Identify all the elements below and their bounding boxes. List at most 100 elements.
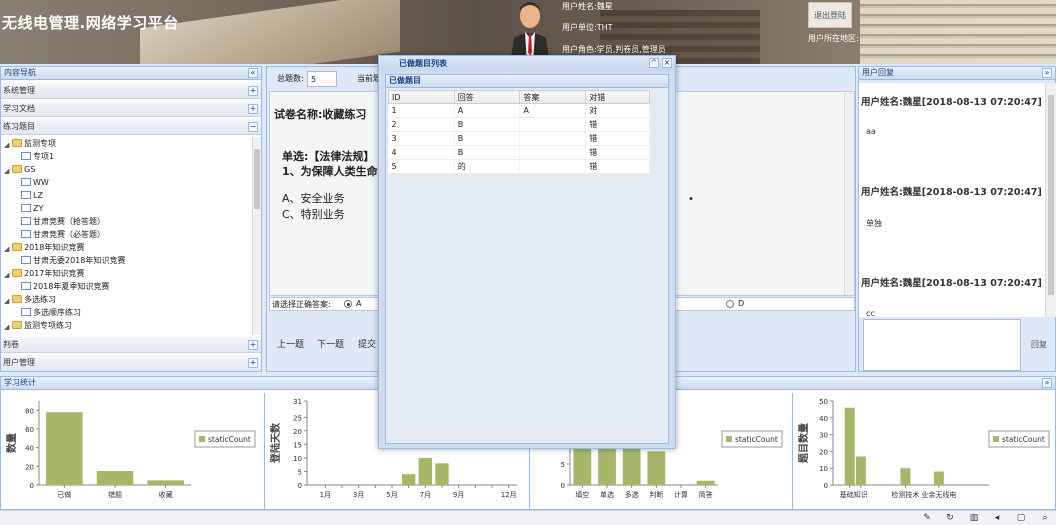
folder-icon <box>12 243 22 251</box>
y-axis-label: 题目数量 <box>797 423 810 463</box>
radio-d[interactable] <box>726 300 734 308</box>
table-row[interactable]: 1AA对 <box>388 103 650 118</box>
submit-button[interactable]: 提交 <box>358 337 376 350</box>
tree-label: 多选顺序练习 <box>33 308 81 317</box>
tree-leaf[interactable]: 甘肃竞赛（抢答题） <box>21 215 105 228</box>
tree-label: 监测专项 <box>24 139 56 148</box>
document-icon <box>21 152 31 160</box>
table-row[interactable]: 5的 错 <box>388 159 650 174</box>
bar <box>435 463 449 485</box>
table-cell: 错 <box>585 145 650 160</box>
question-text: 1、为保障人类生命 <box>282 165 378 178</box>
reply-button[interactable]: 回复 <box>1031 339 1047 350</box>
col-correct-answer[interactable]: 答案 <box>519 90 587 104</box>
radio-a[interactable] <box>344 300 352 308</box>
tree-folder[interactable]: ◢ 2017年知识竞赛 <box>4 267 84 280</box>
collapse-right-icon[interactable]: » <box>1042 68 1052 78</box>
refresh-icon[interactable]: ↻ <box>944 512 956 524</box>
section-grading[interactable]: 判卷 + <box>1 337 261 353</box>
legend-label: staticCount <box>1002 435 1045 444</box>
x-tick-label: 错题 <box>108 490 122 499</box>
expand-icon[interactable]: + <box>248 358 258 368</box>
x-tick-label: 单选 <box>600 490 614 499</box>
header-books-stack-image <box>860 0 1056 64</box>
total-label: 总题数: <box>277 74 304 83</box>
chart-legend[interactable]: staticCount <box>194 430 256 448</box>
tree-expand-icon[interactable]: ◢ <box>4 243 10 253</box>
table-row[interactable]: 3B 错 <box>388 131 650 146</box>
section-user-admin[interactable]: 用户管理 + <box>1 355 261 371</box>
tree-folder[interactable]: ◢ 2018年知识竞赛 <box>4 241 84 254</box>
chart-legend[interactable]: staticCount <box>721 430 783 448</box>
logout-button[interactable]: 退出登陆 <box>808 2 852 28</box>
maximize-icon[interactable]: ^ <box>649 58 659 68</box>
question-scrollbar[interactable] <box>844 92 854 295</box>
tree-leaf[interactable]: LZ <box>21 189 43 202</box>
pin-icon[interactable]: ✎ <box>921 512 933 524</box>
legend-label: staticCount <box>735 435 778 444</box>
trash-icon[interactable]: ▥ <box>968 512 980 524</box>
legend-label: staticCount <box>208 435 251 444</box>
volume-icon[interactable]: ◂ <box>991 512 1003 524</box>
col-id[interactable]: ID <box>388 90 455 104</box>
expand-icon[interactable]: + <box>248 340 258 350</box>
tree-leaf[interactable]: 甘肃竞赛（必答题） <box>21 228 105 241</box>
bar <box>647 451 666 485</box>
tree-folder[interactable]: ◢ 监测专项 <box>4 137 56 150</box>
user-location: 用户所在地区: <box>808 34 859 43</box>
table-cell: 的 <box>454 159 521 174</box>
next-question-button[interactable]: 下一题 <box>317 337 344 350</box>
section-practice-questions[interactable]: 练习题目 − <box>1 119 261 135</box>
tree-leaf[interactable]: ZY <box>21 202 43 215</box>
tree-leaf[interactable]: 专项1 <box>21 150 54 163</box>
collapse-left-icon[interactable]: « <box>248 68 258 78</box>
table-cell: 3 <box>388 131 455 146</box>
document-icon <box>21 256 31 264</box>
bar <box>844 407 855 485</box>
tree-folder[interactable]: ◢ GS <box>4 163 35 176</box>
expand-icon[interactable]: + <box>248 104 258 114</box>
section-study-docs[interactable]: 学习文档 + <box>1 101 261 117</box>
table-row[interactable]: 4B 错 <box>388 145 650 160</box>
collapse-down-icon[interactable]: » <box>1042 378 1052 388</box>
col-result[interactable]: 对错 <box>585 90 650 104</box>
collapse-icon[interactable]: − <box>248 122 258 132</box>
tree-expand-icon[interactable]: ◢ <box>4 269 10 279</box>
scrollbar-thumb[interactable] <box>1048 95 1054 295</box>
search-icon[interactable]: ⌕ <box>1039 512 1051 524</box>
chart-legend[interactable]: staticCount <box>988 430 1050 448</box>
document-icon <box>21 217 31 225</box>
tree-folder[interactable]: ◢ 多选练习 <box>4 293 56 306</box>
tree-leaf[interactable]: WW <box>21 176 49 189</box>
close-icon[interactable]: × <box>662 58 672 68</box>
tree-label: 2018年夏季知识竞赛 <box>33 282 110 291</box>
tree-expand-icon[interactable]: ◢ <box>4 139 10 149</box>
tree-expand-icon[interactable]: ◢ <box>4 165 10 175</box>
tree-leaf[interactable]: 2018年夏季知识竞赛 <box>21 280 109 293</box>
prev-question-button[interactable]: 上一题 <box>277 337 304 350</box>
option-a: A、安全业务 <box>282 192 345 205</box>
replies-scrollbar[interactable] <box>1045 83 1056 317</box>
section-system-admin[interactable]: 系统管理 + <box>1 83 261 99</box>
table-row[interactable]: 2B 错 <box>388 117 650 132</box>
tree-folder[interactable]: ◢ 监测专项练习 <box>4 319 72 332</box>
tree-leaf[interactable]: 多选顺序练习 <box>21 306 81 319</box>
tree-leaf[interactable]: 甘肃无委2018年知识竞赛 <box>21 254 125 267</box>
tree-label: 甘肃竞赛（必答题） <box>33 230 105 239</box>
col-answer[interactable]: 回答 <box>453 90 521 104</box>
tree-expand-icon[interactable]: ◢ <box>4 295 10 305</box>
window-icon[interactable]: ▢ <box>1015 512 1027 524</box>
expand-icon[interactable]: + <box>248 86 258 96</box>
x-tick-label: 已做 <box>57 490 71 499</box>
tree-expand-icon[interactable]: ◢ <box>4 321 10 331</box>
tree-scrollbar[interactable] <box>252 137 261 335</box>
content-nav-panel: 内容导航 « 系统管理 + 学习文档 + 练习题目 − ◢ 监测专项 专项1 ◢ GS W… <box>0 66 262 372</box>
radio-d-label: D <box>738 299 745 308</box>
question-type: 单选:【法律法规】 <box>282 150 375 163</box>
total-value-field[interactable]: 5 <box>307 71 337 87</box>
tree-label: 甘肃竞赛（抢答题） <box>33 217 105 226</box>
scrollbar-thumb[interactable] <box>254 149 260 209</box>
y-tick-label: 0 <box>298 482 302 490</box>
folder-icon <box>12 165 22 173</box>
reply-input[interactable] <box>863 319 1021 371</box>
